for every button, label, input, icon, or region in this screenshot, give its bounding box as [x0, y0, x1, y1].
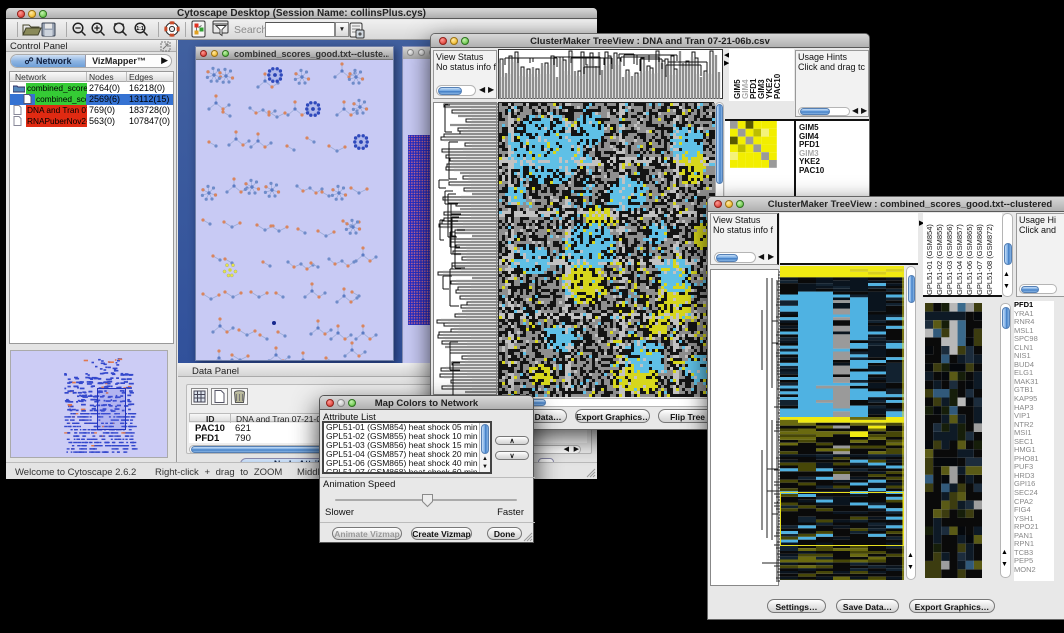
- svg-text:GPL51-03 (GSM856): GPL51-03 (GSM856): [945, 224, 954, 295]
- svg-text:GPL51-08 (GSM872): GPL51-08 (GSM872): [985, 224, 994, 295]
- svg-text:GPL51-01 (GSM854): GPL51-01 (GSM854): [925, 224, 934, 295]
- svg-text:GPL51-06 (GSM865): GPL51-06 (GSM865): [965, 224, 974, 295]
- svg-text:PAC10: PAC10: [773, 73, 782, 99]
- svg-text:GPL51-04 (GSM857): GPL51-04 (GSM857): [955, 224, 964, 295]
- svg-text:GPL51-07 (GSM868): GPL51-07 (GSM868): [975, 224, 984, 295]
- svg-text:1:1: 1:1: [136, 26, 143, 32]
- svg-text:GPL51-02 (GSM855): GPL51-02 (GSM855): [935, 224, 944, 295]
